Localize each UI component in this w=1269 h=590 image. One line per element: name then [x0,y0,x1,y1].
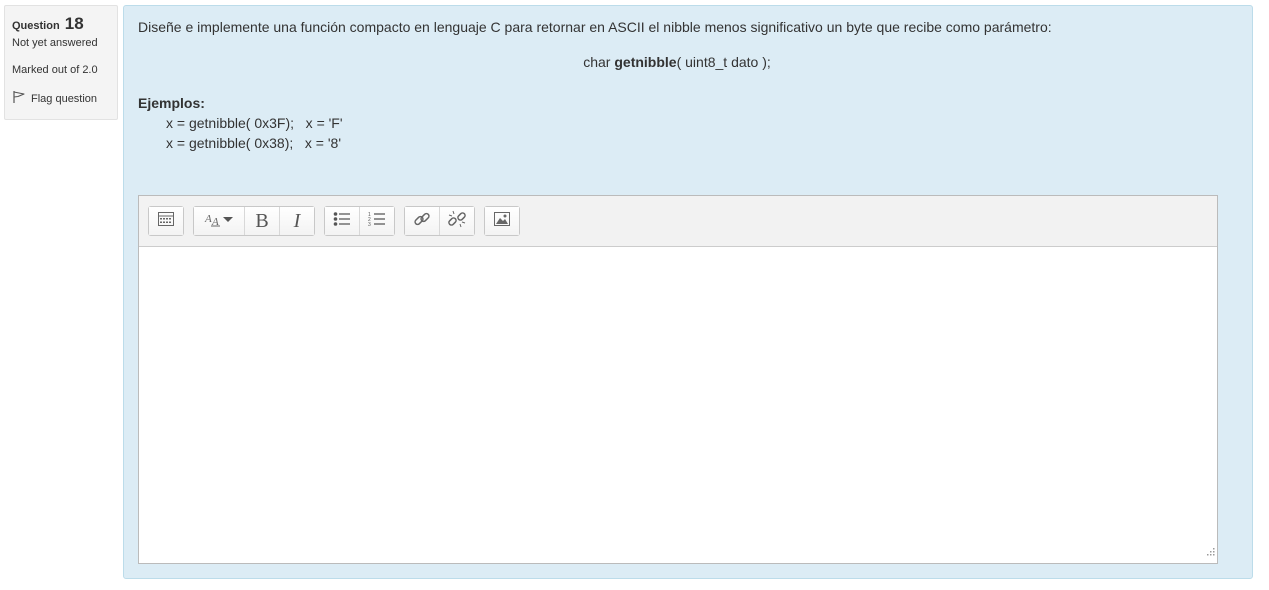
question-state: Not yet answered [12,37,98,49]
signature-prefix: char [583,54,615,70]
ordered-list-icon: 1 2 3 [368,211,386,232]
examples-title: Ejemplos: [138,95,205,111]
link-button[interactable] [405,207,440,235]
toolbar-toggle-button[interactable] [149,207,183,235]
resize-handle-icon[interactable] [1206,543,1215,561]
toolbar-group-style: A A B I [193,206,315,236]
question-info: Question 18 Not yet answered Marked out … [4,5,118,120]
unlink-icon [448,210,466,233]
flag-icon [12,90,31,107]
paragraph-styles-button[interactable]: A A [194,207,245,235]
font-style-icon: A A [204,211,234,232]
question-label: Question [12,20,60,32]
toolbar-group-lists: 1 2 3 [324,206,395,236]
answer-text-area[interactable] [139,247,1217,563]
bold-button[interactable]: B [245,207,280,235]
toolbar-group-links [404,206,475,236]
svg-text:A: A [204,213,212,225]
link-icon [413,210,431,233]
question-grade: Marked out of 2.0 [12,64,98,76]
image-icon [494,211,510,231]
example-line: x = getnibble( 0x3F); x = 'F' [166,115,343,131]
editor-toolbar: A A B I 1 2 3 [139,196,1217,247]
flag-question-link[interactable]: Flag question [12,90,110,107]
example-line: x = getnibble( 0x38); x = '8' [166,135,341,151]
signature-function-name: getnibble [614,54,677,70]
italic-button[interactable]: I [280,207,314,235]
toolbar-group-collapse [148,206,184,236]
unordered-list-button[interactable] [325,207,360,235]
toolbar-toggle-icon [158,211,174,231]
question-text: Diseñe e implemente una función compacto… [138,19,1052,35]
insert-image-button[interactable] [485,207,519,235]
toolbar-group-media [484,206,520,236]
function-signature: char getnibble( uint8_t dato ); [124,54,1230,70]
question-number-value: 18 [64,14,84,33]
flag-label: Flag question [31,92,98,105]
bold-icon: B [255,209,269,232]
question-number: Question 18 [12,14,110,36]
ordered-list-button[interactable]: 1 2 3 [360,207,394,235]
unlink-button[interactable] [440,207,474,235]
signature-suffix: ( uint8_t dato ); [676,54,771,70]
question-content: Diseñe e implemente una función compacto… [123,5,1253,579]
answer-editor: A A B I 1 2 3 [138,195,1218,564]
italic-icon: I [293,209,301,232]
svg-text:A: A [211,216,219,227]
svg-text:3: 3 [368,222,371,227]
unordered-list-icon [333,211,351,232]
